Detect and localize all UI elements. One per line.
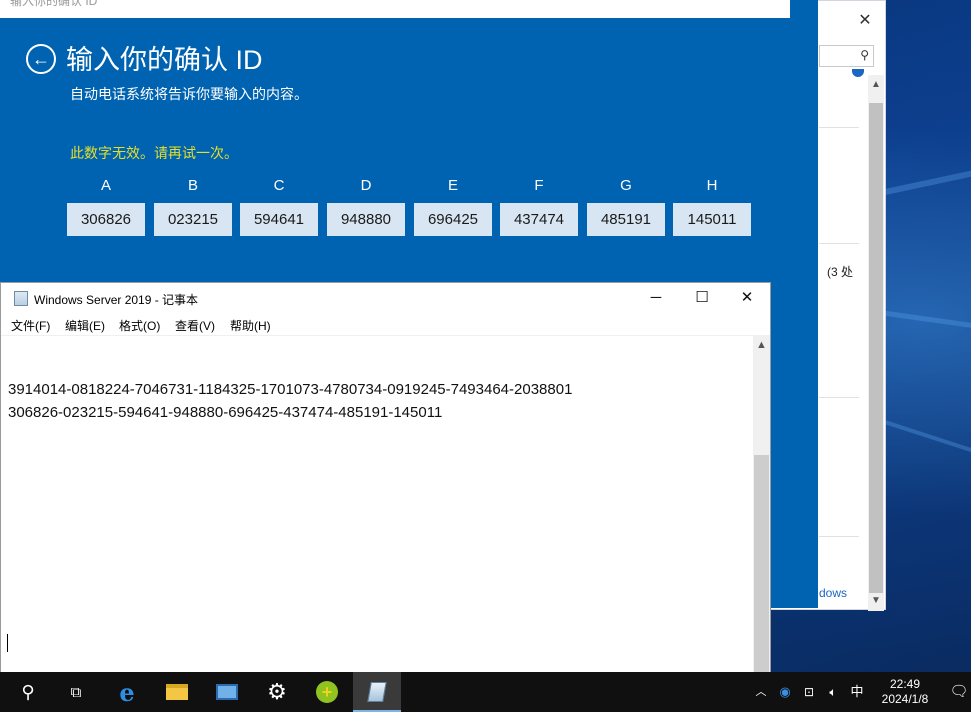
notepad-vertical-scrollbar[interactable]: ▲	[753, 335, 770, 675]
back-window-text: (3 处	[827, 265, 854, 279]
plus-circle-icon: +	[316, 681, 338, 703]
notepad-icon	[367, 682, 387, 702]
task-view-button[interactable]: ⧉	[52, 672, 100, 712]
scroll-up-arrow-icon[interactable]: ▲	[868, 77, 884, 93]
taskbar-notepad[interactable]	[353, 672, 401, 712]
server-manager-icon	[216, 684, 238, 700]
back-window-search-box[interactable]: ⚲	[819, 45, 874, 67]
volume-button[interactable]: 🔈︎	[822, 672, 844, 712]
confirmation-id-field-d[interactable]: 948880	[327, 203, 405, 236]
taskbar-file-explorer[interactable]	[153, 672, 201, 712]
system-clock[interactable]: 22:49 2024/1/8	[870, 677, 940, 707]
column-label-d: D	[360, 177, 372, 194]
taskbar-server-manager[interactable]	[203, 672, 251, 712]
text-line: 3914014-0818224-7046731-1184325-1701073-…	[8, 381, 573, 398]
input-method-indicator[interactable]: 中	[846, 672, 868, 712]
scroll-up-arrow-icon[interactable]: ▲	[753, 339, 770, 351]
maximize-button[interactable]: ☐	[679, 283, 725, 313]
confirmation-id-field-f[interactable]: 437474	[500, 203, 578, 236]
divider	[819, 397, 859, 398]
back-window-close-button[interactable]: ✕	[857, 13, 873, 29]
notepad-menubar: 文件(F) 编辑(E) 格式(O) 查看(V) 帮助(H)	[1, 313, 770, 335]
notepad-title: Windows Server 2019 - 记事本	[34, 293, 199, 307]
column-label-e: E	[447, 177, 458, 194]
clock-time: 22:49	[889, 677, 921, 691]
column-label-g: G	[620, 177, 632, 194]
gear-icon: ⚙	[267, 679, 287, 704]
close-button[interactable]: ✕	[724, 283, 770, 313]
confirmation-id-field-b[interactable]: 023215	[154, 203, 232, 236]
confirmation-id-field-a[interactable]: 306826	[67, 203, 145, 236]
divider	[819, 243, 859, 244]
folder-icon	[166, 684, 188, 700]
divider	[819, 127, 859, 128]
menu-help[interactable]: 帮助(H)	[230, 317, 271, 334]
column-label-c: C	[273, 177, 285, 194]
notification-icon: 🗨︎	[949, 683, 969, 700]
text-line: 306826-023215-594641-948880-696425-43747…	[8, 404, 443, 421]
speaker-muted-icon: 🔈︎	[829, 685, 837, 699]
search-icon: ⚲	[860, 48, 869, 62]
globe-icon: ◉	[779, 684, 791, 699]
network-icon: ⊡	[803, 685, 815, 699]
search-button[interactable]: ⚲	[4, 672, 52, 712]
clock-date: 2024/1/8	[881, 692, 929, 706]
wallpaper-light-beam	[880, 165, 971, 196]
page-title: 输入你的确认 ID	[66, 45, 263, 75]
menu-edit[interactable]: 编辑(E)	[65, 317, 105, 334]
activation-window-title: 输入你的确认 ID	[10, 0, 98, 8]
divider	[819, 536, 859, 537]
wallpaper-light-beam	[879, 310, 971, 332]
back-window-link[interactable]: dows	[819, 586, 847, 600]
taskbar-internet-explorer[interactable]: e	[103, 672, 151, 712]
column-label-f: F	[534, 177, 544, 194]
menu-view[interactable]: 查看(V)	[175, 317, 215, 334]
notepad-text-area[interactable]: 3914014-0818224-7046731-1184325-1701073-…	[1, 335, 753, 675]
column-label-h: H	[706, 177, 718, 194]
menu-format[interactable]: 格式(O)	[119, 317, 160, 334]
menu-file[interactable]: 文件(F)	[11, 317, 50, 334]
taskbar-app[interactable]: +	[303, 672, 351, 712]
notepad-window: Windows Server 2019 - 记事本 ─ ☐ ✕ 文件(F) 编辑…	[0, 282, 771, 676]
search-icon: ⚲	[21, 681, 35, 702]
error-message: 此数字无效。请再试一次。	[70, 145, 238, 161]
back-window-scrollbar[interactable]: ▲ ▼	[868, 75, 884, 611]
taskbar-settings[interactable]: ⚙	[253, 672, 301, 712]
page-subtitle: 自动电话系统将告诉你要输入的内容。	[70, 86, 308, 102]
notepad-app-icon	[14, 291, 28, 306]
back-arrow-button[interactable]: ←	[26, 44, 56, 74]
activation-window-titlebar: 输入你的确认 ID	[0, 0, 790, 18]
confirmation-id-field-e[interactable]: 696425	[414, 203, 492, 236]
confirmation-id-field-g[interactable]: 485191	[587, 203, 665, 236]
tray-app-icon[interactable]: ◉	[774, 672, 796, 712]
scrollbar-thumb[interactable]	[754, 455, 769, 675]
internet-explorer-icon: e	[119, 677, 135, 707]
notification-center-button[interactable]: 🗨︎	[948, 672, 970, 712]
minimize-button[interactable]: ─	[633, 283, 679, 313]
info-badge-icon	[852, 69, 864, 77]
confirmation-id-field-h[interactable]: 145011	[673, 203, 751, 236]
text-caret	[7, 634, 8, 652]
scrollbar-thumb[interactable]	[869, 103, 883, 593]
confirmation-id-field-c[interactable]: 594641	[240, 203, 318, 236]
taskbar: ⚲ ⧉ e ⚙ + ︿ ◉ ⊡ 🔈︎ 中 22:49 2024/1/8 🗨︎	[0, 672, 971, 712]
network-status-button[interactable]: ⊡	[798, 672, 820, 712]
wallpaper-light-beam	[883, 420, 971, 458]
show-hidden-icons-button[interactable]: ︿	[752, 672, 770, 712]
scroll-down-arrow-icon[interactable]: ▼	[868, 593, 884, 609]
column-label-b: B	[187, 177, 198, 194]
notepad-titlebar[interactable]: Windows Server 2019 - 记事本 ─ ☐ ✕	[1, 283, 770, 313]
column-label-a: A	[100, 177, 111, 194]
chevron-up-icon: ︿	[755, 686, 767, 698]
task-view-icon: ⧉	[70, 683, 82, 701]
